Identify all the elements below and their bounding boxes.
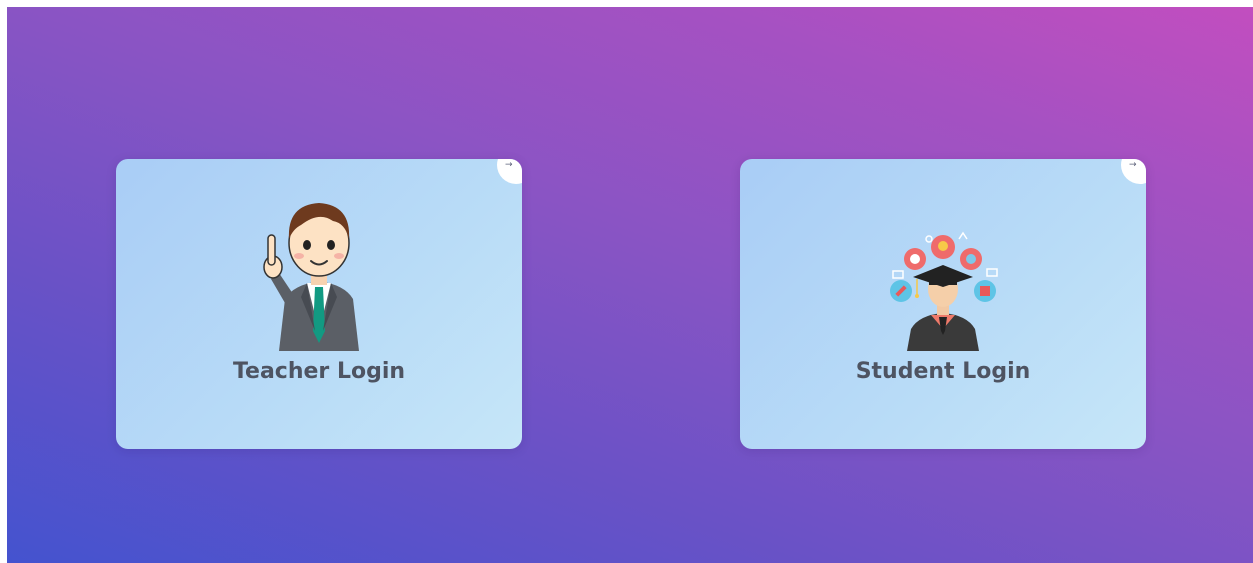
teacher-login-label: Teacher Login xyxy=(232,359,406,384)
student-login-card[interactable]: → Student Login xyxy=(740,159,1146,449)
arrow-right-icon: → xyxy=(505,160,513,170)
graduate-student-icon xyxy=(740,181,1146,351)
login-selection-page: → Teacher Login → Student Login xyxy=(7,7,1253,563)
student-login-label: Student Login xyxy=(855,359,1031,384)
teacher-pointing-icon xyxy=(116,181,522,351)
teacher-login-card[interactable]: → Teacher Login xyxy=(116,159,522,449)
arrow-right-icon: → xyxy=(1129,160,1137,170)
